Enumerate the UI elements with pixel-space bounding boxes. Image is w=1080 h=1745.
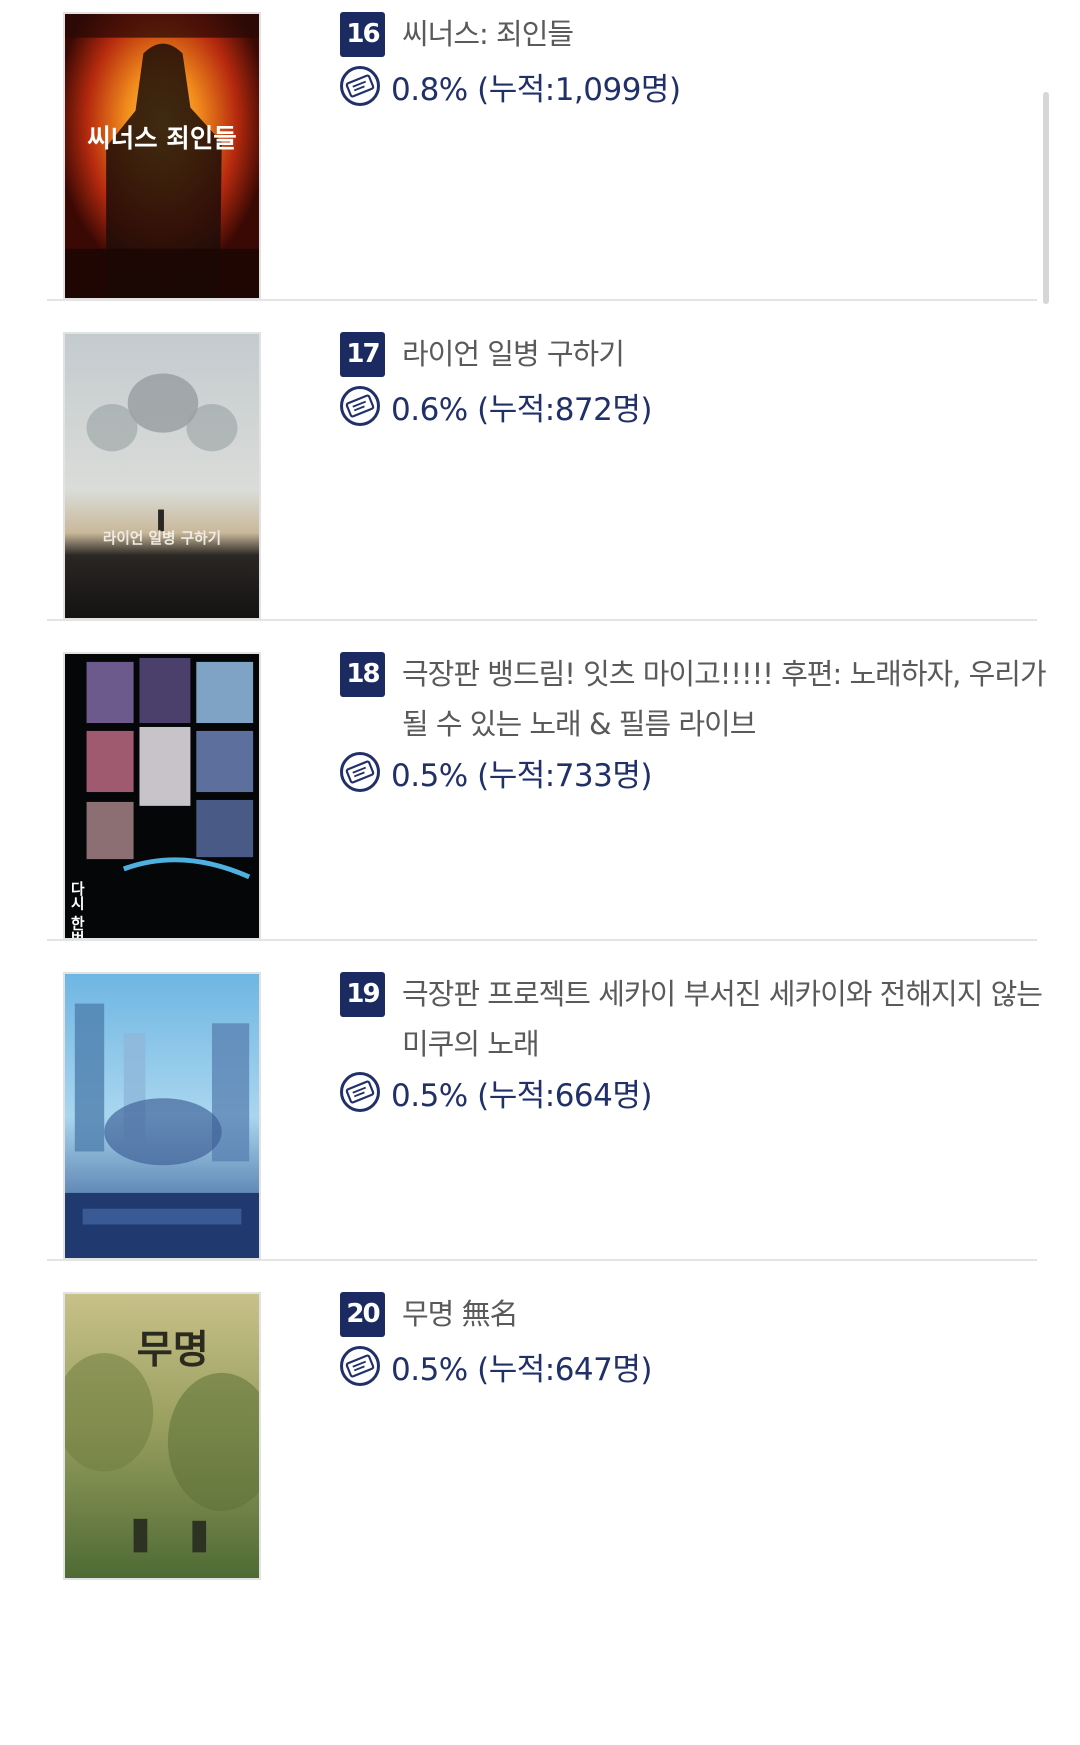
share-text: 0.5% (누적:647명) — [391, 1351, 652, 1388]
share-text: 0.8% (누적:1,099명) — [391, 71, 681, 108]
divider — [47, 1259, 1037, 1261]
movie-poster[interactable] — [63, 972, 261, 1260]
audience-share: 0.5% (누적:647명) — [339, 1344, 652, 1388]
list-item[interactable]: 무명 20 무명 無名 0.5% (누적:647명) — [47, 1280, 1037, 1638]
poster-title: 다시 한번 — [68, 881, 85, 938]
movie-title[interactable]: 라이언 일병 구하기 — [402, 329, 1062, 379]
movie-poster[interactable]: 다시 한번 — [63, 652, 261, 940]
movie-poster[interactable]: 무명 — [63, 1292, 261, 1580]
poster-image: 라이언 일병 구하기 — [65, 334, 259, 618]
ticket-icon — [339, 751, 381, 793]
movie-title[interactable]: 극장판 뱅드림! 잇츠 마이고!!!!! 후편: 노래하자, 우리가 될 수 있… — [402, 649, 1062, 749]
divider — [47, 619, 1037, 621]
audience-share: 0.6% (누적:872명) — [339, 384, 652, 428]
poster-image: 무명 — [65, 1294, 259, 1578]
list-item[interactable]: 다시 한번 18 극장판 뱅드림! 잇츠 마이고!!!!! 후편: 노래하자, … — [47, 640, 1047, 998]
list-item[interactable]: 라이언 일병 구하기 17 라이언 일병 구하기 0.6% (누적:872명) — [47, 320, 1037, 678]
poster-title: 라이언 일병 구하기 — [103, 529, 221, 547]
rank-badge: 20 — [340, 1292, 385, 1337]
ticket-icon — [339, 385, 381, 427]
rank-badge: 19 — [340, 972, 385, 1017]
divider — [47, 299, 1037, 301]
movie-title[interactable]: 씨너스: 죄인들 — [402, 9, 1062, 59]
movie-title[interactable]: 극장판 프로젝트 세카이 부서진 세카이와 전해지지 않는 미쿠의 노래 — [402, 969, 1062, 1069]
poster-image: 다시 한번 — [65, 654, 259, 938]
poster-title: 무명 — [137, 1327, 209, 1373]
movie-poster[interactable]: 씨너스 죄인들 — [63, 12, 261, 300]
share-text: 0.5% (누적:733명) — [391, 757, 652, 794]
audience-share: 0.8% (누적:1,099명) — [339, 64, 681, 108]
ticket-icon — [339, 1345, 381, 1387]
list-item[interactable]: 19 극장판 프로젝트 세카이 부서진 세카이와 전해지지 않는 미쿠의 노래 … — [47, 960, 1043, 1318]
scrollbar[interactable] — [1043, 92, 1049, 304]
poster-image: 씨너스 죄인들 — [65, 14, 259, 298]
rank-badge: 16 — [340, 12, 385, 57]
movie-poster[interactable]: 라이언 일병 구하기 — [63, 332, 261, 620]
ticket-icon — [339, 65, 381, 107]
audience-share: 0.5% (누적:664명) — [339, 1070, 652, 1114]
share-text: 0.6% (누적:872명) — [391, 391, 652, 428]
poster-title: 씨너스 죄인들 — [87, 124, 236, 154]
share-text: 0.5% (누적:664명) — [391, 1077, 652, 1114]
rank-badge: 17 — [340, 332, 385, 377]
rank-badge: 18 — [340, 652, 385, 697]
ticket-icon — [339, 1071, 381, 1113]
divider — [47, 939, 1037, 941]
poster-image — [65, 974, 259, 1258]
list-item[interactable]: 씨너스 죄인들 16 씨너스: 죄인들 0.8% (누적:1,099명) — [47, 0, 1037, 358]
movie-title[interactable]: 무명 無名 — [402, 1289, 1062, 1339]
audience-share: 0.5% (누적:733명) — [339, 750, 652, 794]
